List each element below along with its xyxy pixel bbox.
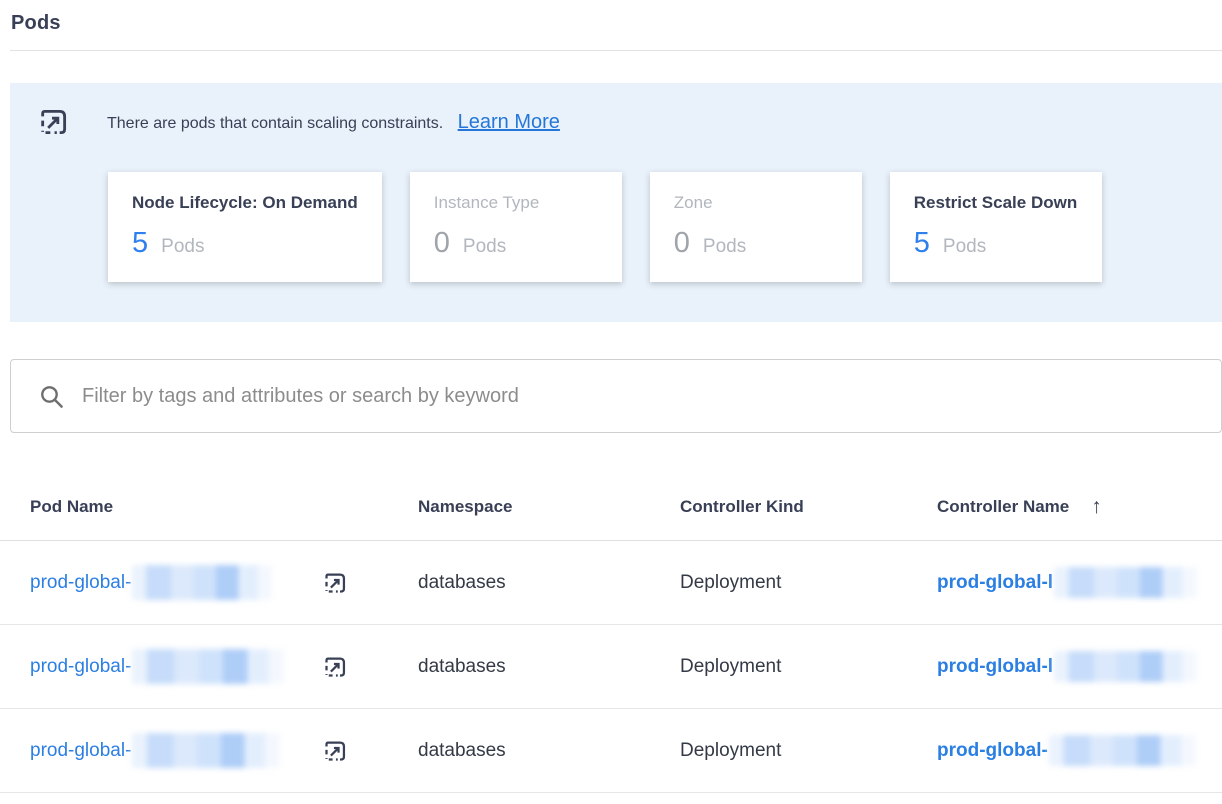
constraint-card-node-lifecycle[interactable]: Node Lifecycle: On Demand 5 Pods (108, 172, 382, 282)
table-header-row: Pod Name Namespace Controller Kind Contr… (0, 473, 1222, 541)
table-row: prod-global- databases Deployment prod-g… (0, 709, 1222, 793)
scale-out-icon[interactable] (322, 737, 349, 764)
card-count-unit: Pods (943, 236, 986, 258)
constraint-cards: Node Lifecycle: On Demand 5 Pods Instanc… (108, 172, 1222, 282)
table-row: prod-global- databases Deployment prod-g… (0, 625, 1222, 709)
card-count-value: 0 (434, 229, 450, 258)
card-count-value: 5 (132, 229, 148, 258)
card-count-value: 0 (674, 229, 690, 258)
column-header-label: Controller Name (937, 497, 1069, 517)
namespace-cell: databases (418, 740, 680, 762)
card-count: 5 Pods (132, 229, 358, 258)
filter-bar[interactable] (10, 359, 1222, 433)
controller-name-cell: prod-global-l (937, 567, 1222, 598)
filter-input[interactable] (82, 385, 1221, 408)
controller-kind-cell: Deployment (680, 656, 937, 678)
redacted-text (132, 649, 284, 684)
redacted-text (1054, 651, 1197, 682)
table-body: prod-global- databases Deployment prod-g… (0, 541, 1222, 793)
card-count: 0 Pods (674, 229, 838, 258)
learn-more-link[interactable]: Learn More (458, 111, 560, 133)
banner-message: There are pods that contain scaling cons… (107, 115, 443, 132)
sort-ascending-icon[interactable]: ↑ (1091, 495, 1102, 519)
controller-name-link[interactable]: prod-global- (937, 740, 1048, 762)
controller-kind-cell: Deployment (680, 740, 937, 762)
pod-name-link[interactable]: prod-global- (30, 740, 131, 762)
card-count-unit: Pods (161, 236, 204, 258)
pod-name-link[interactable]: prod-global- (30, 656, 131, 678)
pod-name-cell: prod-global- (30, 649, 418, 684)
redacted-text (132, 565, 272, 600)
card-count-unit: Pods (703, 236, 746, 258)
banner-header: There are pods that contain scaling cons… (37, 105, 1222, 139)
pod-name-cell: prod-global- (30, 565, 418, 600)
banner-text: There are pods that contain scaling cons… (107, 111, 560, 134)
controller-name-cell: prod-global-l (937, 651, 1222, 682)
pod-name-link[interactable]: prod-global- (30, 572, 131, 594)
namespace-cell: databases (418, 572, 680, 594)
redacted-text (1049, 735, 1196, 766)
controller-name-link[interactable]: prod-global-l (937, 572, 1053, 594)
controller-name-cell: prod-global- (937, 735, 1222, 766)
card-title: Node Lifecycle: On Demand (132, 193, 358, 213)
card-title: Restrict Scale Down (914, 193, 1078, 213)
column-header-controller-kind[interactable]: Controller Kind (680, 497, 937, 517)
scaling-constraints-banner: There are pods that contain scaling cons… (10, 83, 1222, 322)
search-icon (38, 383, 65, 410)
column-header-controller-name[interactable]: Controller Name ↑ (937, 495, 1222, 519)
scale-out-icon (37, 105, 71, 139)
controller-name-link[interactable]: prod-global-l (937, 656, 1053, 678)
constraint-card-zone[interactable]: Zone 0 Pods (650, 172, 862, 282)
constraint-card-instance-type[interactable]: Instance Type 0 Pods (410, 172, 622, 282)
constraint-card-restrict-scale-down[interactable]: Restrict Scale Down 5 Pods (890, 172, 1102, 282)
redacted-text (1054, 567, 1197, 598)
card-count-unit: Pods (463, 236, 506, 258)
scale-out-icon[interactable] (322, 653, 349, 680)
card-count: 5 Pods (914, 229, 1078, 258)
card-title: Instance Type (434, 193, 598, 213)
table-row: prod-global- databases Deployment prod-g… (0, 541, 1222, 625)
column-header-pod-name[interactable]: Pod Name (30, 497, 418, 517)
redacted-text (132, 733, 280, 768)
card-count-value: 5 (914, 229, 930, 258)
pods-table: Pod Name Namespace Controller Kind Contr… (0, 473, 1222, 793)
controller-kind-cell: Deployment (680, 572, 937, 594)
column-header-namespace[interactable]: Namespace (418, 497, 680, 517)
scale-out-icon[interactable] (322, 569, 349, 596)
page-title: Pods (0, 0, 1222, 35)
pods-page: Pods There are pods that contain scaling… (0, 0, 1222, 804)
namespace-cell: databases (418, 656, 680, 678)
card-title: Zone (674, 193, 838, 213)
pod-name-cell: prod-global- (30, 733, 418, 768)
header-divider (10, 50, 1222, 51)
card-count: 0 Pods (434, 229, 598, 258)
